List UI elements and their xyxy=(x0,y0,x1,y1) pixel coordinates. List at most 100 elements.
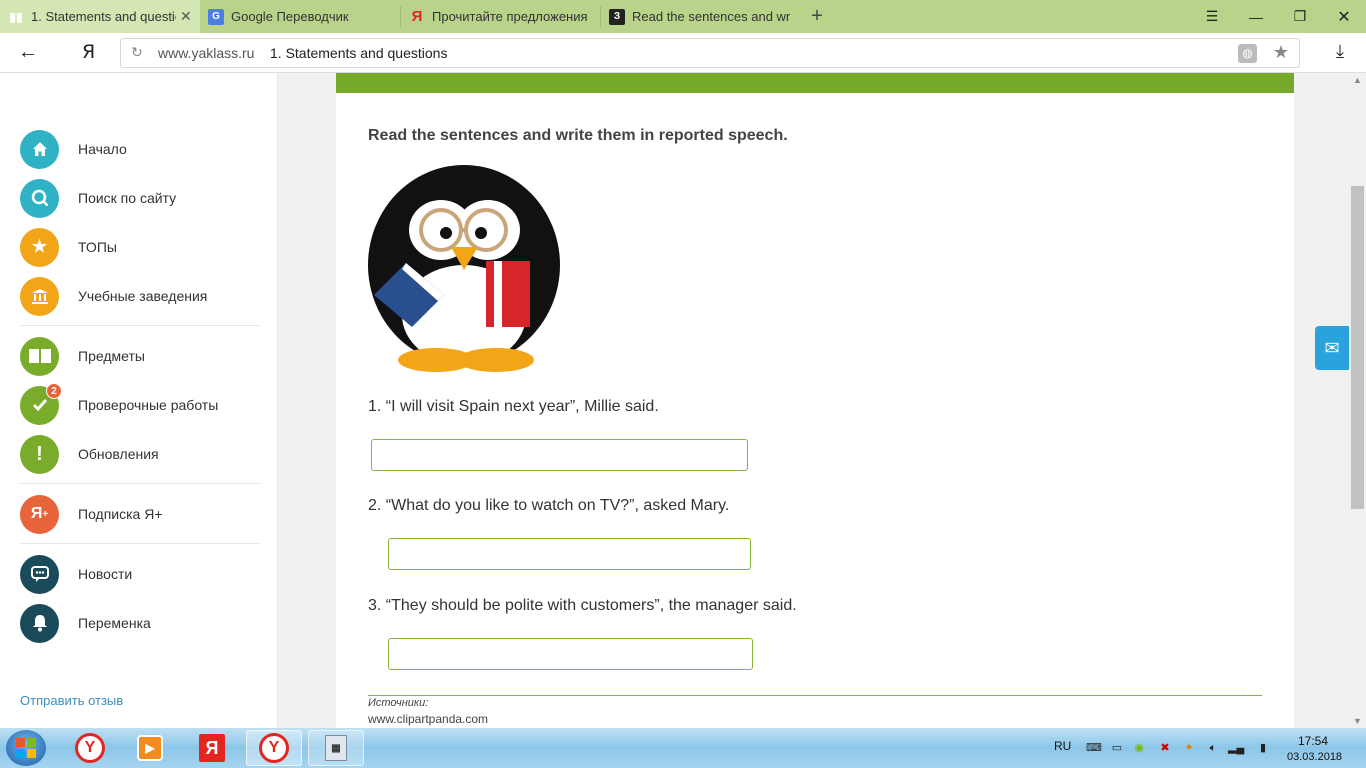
sidebar: Начало Поиск по сайту ★ ТОПы Учебные зав… xyxy=(0,73,278,728)
taskbar-calculator[interactable]: ▦ xyxy=(308,730,364,766)
tab-label: 1. Statements and questions xyxy=(31,9,176,24)
chat-icon xyxy=(20,554,59,594)
restore-icon[interactable]: ❐ xyxy=(1278,0,1322,33)
book-tab-icon: ▮▮ xyxy=(9,9,23,24)
bookmark-star-icon[interactable]: ★ xyxy=(1273,42,1289,63)
sidebar-item-subscription[interactable]: Я + Подписка Я+ xyxy=(20,494,260,534)
answer-input-1[interactable] xyxy=(371,439,748,471)
browser-tab-bar: ▮▮ 1. Statements and questions ✕ G Googl… xyxy=(0,0,1366,33)
star-icon: ★ xyxy=(20,227,59,267)
sidebar-item-label: Поиск по сайту xyxy=(78,190,177,206)
network-warning-icon[interactable]: ✖ xyxy=(1158,741,1172,755)
penguin-with-books-illustration xyxy=(368,165,560,372)
yandex-home-icon[interactable]: Я xyxy=(82,41,95,63)
tab-label: Read the sentences and write xyxy=(632,9,791,24)
security-icon[interactable]: ✦ xyxy=(1182,741,1196,755)
tab-read-sentences-ru[interactable]: Я Прочитайте предложения и xyxy=(401,0,600,33)
sidebar-item-label: Переменка xyxy=(78,615,151,631)
url-field[interactable]: ↻ www.yaklass.ru 1. Statements and quest… xyxy=(120,38,1300,68)
minimize-icon[interactable]: — xyxy=(1234,0,1278,33)
sidebar-divider xyxy=(20,543,260,544)
task-instruction: Read the sentences and write them in rep… xyxy=(368,127,788,144)
new-tab-icon[interactable]: + xyxy=(806,4,828,28)
scroll-down-arrow-icon[interactable]: ▼ xyxy=(1349,714,1366,728)
windows-start-button[interactable] xyxy=(6,730,46,766)
sidebar-item-label: Предметы xyxy=(78,348,145,364)
taskbar-yandex-browser[interactable]: Y xyxy=(62,730,118,766)
sidebar-item-updates[interactable]: ! Обновления xyxy=(20,434,260,474)
check-icon: 2 xyxy=(20,382,62,425)
clock-time[interactable]: 17:54 xyxy=(1298,734,1328,748)
tab-statements[interactable]: ▮▮ 1. Statements and questions ✕ xyxy=(0,0,200,33)
url-host: www.yaklass.ru xyxy=(158,45,255,61)
exclamation-icon: ! xyxy=(20,434,59,474)
signal-icon[interactable]: ▂▄ xyxy=(1228,741,1244,755)
sidebar-item-subjects[interactable]: Предметы xyxy=(20,336,260,376)
answer-input-3[interactable] xyxy=(388,638,753,670)
globe-icon[interactable]: ◍ xyxy=(1238,44,1257,63)
windows-taskbar: Y ▶ Я Y ▦ RU ⌨ ▭ ◉ ✖ ✦ 🔈︎ ▂▄ ▮ 17:54 03.… xyxy=(0,728,1366,768)
ya-plus-icon: Я + xyxy=(20,494,59,534)
tab-label: Прочитайте предложения и xyxy=(432,9,592,24)
windows-logo-icon xyxy=(16,738,36,758)
taskbar-yandex-browser-active[interactable]: Y xyxy=(246,730,302,766)
sidebar-divider xyxy=(20,483,260,484)
sources-label: Источники: xyxy=(368,697,429,709)
sidebar-item-label: Учебные заведения xyxy=(78,288,208,304)
tab-google-translate[interactable]: G Google Переводчик xyxy=(200,0,400,33)
media-player-icon: ▶ xyxy=(137,735,163,761)
url-page-title: 1. Statements and questions xyxy=(270,45,448,61)
home-icon xyxy=(20,129,59,169)
sidebar-item-home[interactable]: Начало xyxy=(20,129,260,169)
sidebar-item-tops[interactable]: ★ ТОПы xyxy=(20,227,260,267)
clock-date[interactable]: 03.03.2018 xyxy=(1287,751,1342,763)
sidebar-item-label: Обновления xyxy=(78,446,159,462)
page-scrollbar[interactable]: ▲ ▼ xyxy=(1349,73,1366,728)
sidebar-item-label: Проверочные работы xyxy=(78,397,219,413)
battery-icon[interactable]: ▮ xyxy=(1256,741,1270,755)
address-bar: ← Я ↻ www.yaklass.ru 1. Statements and q… xyxy=(0,33,1366,73)
google-translate-icon: G xyxy=(208,8,224,25)
menu-icon[interactable]: ☰ xyxy=(1190,0,1234,33)
sources-divider xyxy=(368,695,1262,696)
sidebar-item-label: Подписка Я+ xyxy=(78,506,163,522)
volume-icon[interactable]: 🔈︎ xyxy=(1206,741,1220,755)
sources-url: www.clipartpanda.com xyxy=(368,712,489,726)
scroll-thumb[interactable] xyxy=(1351,186,1364,509)
sidebar-item-tests[interactable]: 2 Проверочные работы xyxy=(20,382,260,425)
tab-read-sentences-en[interactable]: З Read the sentences and write xyxy=(601,0,799,33)
scroll-up-arrow-icon[interactable]: ▲ xyxy=(1349,73,1366,87)
feedback-link[interactable]: Отправить отзыв xyxy=(20,693,123,708)
close-window-icon[interactable]: ✕ xyxy=(1322,0,1366,33)
answer-input-2[interactable] xyxy=(388,538,751,570)
sidebar-item-break[interactable]: Переменка xyxy=(20,603,260,643)
yandex-browser-icon: Y xyxy=(259,733,289,763)
question-2: 2. “What do you like to watch on TV?”, a… xyxy=(368,497,730,514)
taskbar-media-player[interactable]: ▶ xyxy=(122,730,178,766)
search-icon xyxy=(20,178,59,218)
yandex-tab-icon: Я xyxy=(411,8,423,25)
language-indicator[interactable]: RU xyxy=(1054,739,1071,753)
sidebar-item-news[interactable]: Новости xyxy=(20,554,260,594)
back-arrow-icon[interactable]: ← xyxy=(18,41,38,64)
sidebar-item-institutions[interactable]: Учебные заведения xyxy=(20,276,260,316)
yandex-browser-icon: Y xyxy=(75,733,105,763)
tests-count-badge: 2 xyxy=(46,382,62,399)
sidebar-item-label: Новости xyxy=(78,566,133,582)
mail-feedback-button[interactable]: ✉ xyxy=(1315,326,1349,370)
institution-icon xyxy=(20,276,59,316)
nvidia-icon[interactable]: ◉ xyxy=(1132,741,1146,755)
question-1: 1. “I will visit Spain next year”, Milli… xyxy=(368,398,659,415)
sidebar-divider xyxy=(20,325,260,326)
book-icon xyxy=(20,336,59,376)
question-3: 3. “They should be polite with customers… xyxy=(368,597,797,614)
task-card: Read the sentences and write them in rep… xyxy=(336,73,1294,728)
close-icon[interactable]: ✕ xyxy=(180,8,192,25)
reload-icon[interactable]: ↻ xyxy=(131,44,143,61)
monitor-icon[interactable]: ▭ xyxy=(1110,741,1124,755)
keyboard-icon[interactable]: ⌨ xyxy=(1086,741,1102,755)
sidebar-item-search[interactable]: Поиск по сайту xyxy=(20,178,260,218)
taskbar-yandex[interactable]: Я xyxy=(184,730,240,766)
yandex-icon: Я xyxy=(199,734,225,762)
download-icon[interactable]: ⤓ xyxy=(1336,41,1344,62)
